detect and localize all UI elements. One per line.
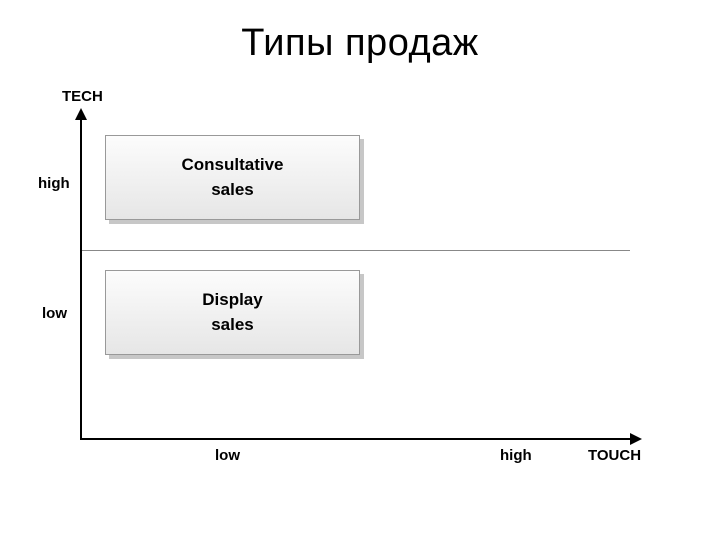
- box-line: sales: [211, 178, 254, 203]
- midline: [82, 250, 630, 251]
- y-axis-arrow-icon: [75, 108, 87, 120]
- x-axis-title: TOUCH: [588, 447, 641, 464]
- box-consultative-sales: Consultative sales: [105, 135, 360, 220]
- y-tick-low: low: [42, 305, 67, 322]
- x-axis-arrow-icon: [630, 433, 642, 445]
- box-line: Display: [202, 288, 262, 313]
- x-tick-high: high: [500, 447, 532, 464]
- y-axis-title: TECH: [62, 88, 103, 105]
- y-axis-line: [80, 110, 82, 440]
- x-tick-low: low: [215, 447, 240, 464]
- box-line: Consultative: [181, 153, 283, 178]
- box-display-sales: Display sales: [105, 270, 360, 355]
- y-tick-high: high: [38, 175, 70, 192]
- box-line: sales: [211, 313, 254, 338]
- quadrant-chart: TECH high low low high TOUCH Consultativ…: [80, 110, 640, 440]
- x-axis-line: [80, 438, 640, 440]
- page-title: Типы продаж: [0, 0, 720, 65]
